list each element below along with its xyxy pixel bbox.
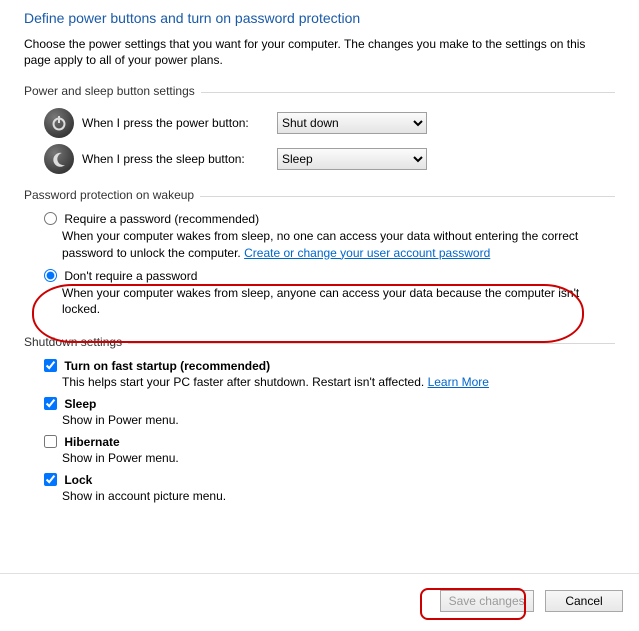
change-password-link[interactable]: Create or change your user account passw… — [244, 246, 490, 260]
divider — [200, 196, 615, 197]
dont-require-password-label: Don't require a password — [64, 269, 197, 283]
fast-startup-desc: This helps start your PC faster after sh… — [62, 375, 615, 389]
lock-item: Lock Show in account picture menu. — [44, 473, 615, 503]
option-require-password: Require a password (recommended) When yo… — [44, 212, 615, 260]
page-title: Define power buttons and turn on passwor… — [24, 10, 615, 26]
footer-divider — [0, 573, 639, 574]
sleep-label: Sleep — [64, 397, 96, 411]
hibernate-label: Hibernate — [64, 435, 119, 449]
dont-require-password-desc: When your computer wakes from sleep, any… — [62, 285, 615, 317]
section-password-title: Password protection on wakeup — [24, 188, 200, 202]
sleep-checkbox[interactable] — [44, 397, 57, 410]
sleep-icon — [44, 144, 74, 174]
section-power-sleep-title: Power and sleep button settings — [24, 84, 201, 98]
hibernate-checkbox[interactable] — [44, 435, 57, 448]
dont-require-password-radio[interactable] — [44, 269, 57, 282]
power-options-panel: Define power buttons and turn on passwor… — [0, 0, 639, 503]
sleep-check-label[interactable]: Sleep — [44, 397, 96, 411]
require-password-desc: When your computer wakes from sleep, no … — [62, 228, 615, 260]
section-shutdown: Shutdown settings — [24, 335, 615, 349]
sleep-item: Sleep Show in Power menu. — [44, 397, 615, 427]
power-button-select[interactable]: Shut down — [277, 112, 427, 134]
require-password-label: Require a password (recommended) — [64, 212, 259, 226]
option-dont-require-password: Don't require a password When your compu… — [44, 269, 615, 317]
divider — [201, 92, 615, 93]
sleep-button-select[interactable]: Sleep — [277, 148, 427, 170]
sleep-button-row: When I press the sleep button: Sleep — [44, 144, 615, 174]
page-intro: Choose the power settings that you want … — [24, 36, 615, 68]
lock-desc: Show in account picture menu. — [62, 489, 615, 503]
section-password: Password protection on wakeup — [24, 188, 615, 202]
require-password-radio[interactable] — [44, 212, 57, 225]
footer-buttons: Save changes Cancel — [0, 590, 639, 612]
dont-require-password-radio-label[interactable]: Don't require a password — [44, 269, 197, 283]
cancel-button[interactable]: Cancel — [545, 590, 623, 612]
fast-startup-check-label[interactable]: Turn on fast startup (recommended) — [44, 359, 270, 373]
lock-label: Lock — [64, 473, 92, 487]
power-icon — [44, 108, 74, 138]
lock-check-label[interactable]: Lock — [44, 473, 92, 487]
require-password-radio-label[interactable]: Require a password (recommended) — [44, 212, 259, 226]
fast-startup-label: Turn on fast startup (recommended) — [64, 359, 270, 373]
learn-more-link[interactable]: Learn More — [428, 375, 489, 389]
sleep-desc: Show in Power menu. — [62, 413, 615, 427]
sleep-button-label: When I press the sleep button: — [82, 152, 277, 166]
divider — [128, 343, 615, 344]
hibernate-desc: Show in Power menu. — [62, 451, 615, 465]
lock-checkbox[interactable] — [44, 473, 57, 486]
fast-startup-checkbox[interactable] — [44, 359, 57, 372]
hibernate-item: Hibernate Show in Power menu. — [44, 435, 615, 465]
hibernate-check-label[interactable]: Hibernate — [44, 435, 120, 449]
power-button-label: When I press the power button: — [82, 116, 277, 130]
fast-startup-item: Turn on fast startup (recommended) This … — [44, 359, 615, 389]
section-power-sleep: Power and sleep button settings — [24, 84, 615, 98]
power-button-row: When I press the power button: Shut down — [44, 108, 615, 138]
save-changes-button[interactable]: Save changes — [440, 590, 534, 612]
section-shutdown-title: Shutdown settings — [24, 335, 128, 349]
